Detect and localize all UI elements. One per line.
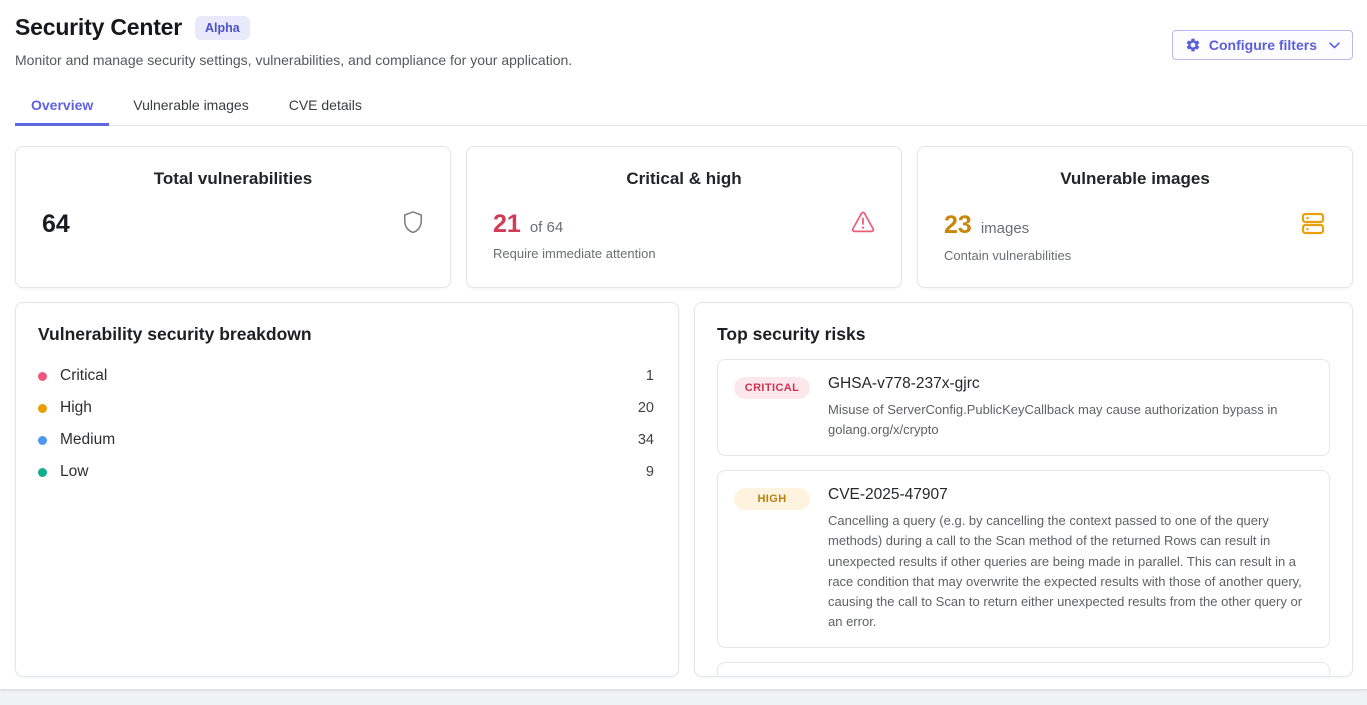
shield-icon (402, 210, 424, 239)
risk-description: Cancelling a query (e.g. by cancelling t… (828, 511, 1313, 632)
stat-card-title: Vulnerable images (944, 169, 1326, 189)
critical-high-value: 21 (493, 210, 521, 239)
risk-id: CVE-2025-47907 (828, 486, 1313, 504)
stat-suffix: images (981, 220, 1029, 237)
low-dot-icon (38, 468, 47, 477)
stat-card-total-vulnerabilities: Total vulnerabilities 64 (15, 146, 451, 288)
stat-subtext: Require immediate attention (493, 246, 875, 261)
vulnerable-images-value: 23 (944, 211, 972, 240)
server-stack-icon (1300, 210, 1326, 241)
severity-badge-critical: CRITICAL (734, 377, 810, 399)
risk-id: GHSA-v778-237x-gjrc (828, 375, 1313, 393)
risk-item-cve-2025-47907[interactable]: HIGH CVE-2025-47907 Cancelling a query (… (717, 470, 1330, 648)
page-subtitle: Monitor and manage security settings, vu… (15, 52, 1353, 68)
stat-card-title: Critical & high (493, 169, 875, 189)
breakdown-row-low: Low 9 (38, 456, 654, 488)
breakdown-row-medium: Medium 34 (38, 424, 654, 456)
stat-suffix: of 64 (530, 219, 563, 236)
vulnerability-breakdown-panel: Vulnerability security breakdown Critica… (15, 302, 679, 677)
breakdown-value: 34 (638, 432, 654, 448)
top-security-risks-panel: Top security risks CRITICAL GHSA-v778-23… (694, 302, 1353, 677)
breakdown-value: 9 (646, 464, 654, 480)
warning-triangle-icon (851, 211, 875, 238)
breakdown-label: Low (60, 463, 646, 481)
breakdown-label: High (60, 399, 638, 417)
risk-description: Misuse of ServerConfig.PublicKeyCallback… (828, 400, 1313, 440)
page-title: Security Center (15, 14, 182, 41)
breakdown-label: Critical (60, 367, 646, 385)
severity-badge-high: HIGH (734, 488, 810, 510)
configure-filters-label: Configure filters (1209, 37, 1317, 53)
header: Security Center Alpha (15, 14, 1353, 41)
tab-vulnerable-images[interactable]: Vulnerable images (117, 88, 264, 126)
stat-card-title: Total vulnerabilities (42, 169, 424, 189)
tab-overview[interactable]: Overview (15, 88, 109, 126)
panels-row: Vulnerability security breakdown Critica… (15, 302, 1353, 677)
medium-dot-icon (38, 436, 47, 445)
alpha-badge: Alpha (195, 16, 250, 40)
breakdown-label: Medium (60, 431, 638, 449)
high-dot-icon (38, 404, 47, 413)
tab-bar: Overview Vulnerable images CVE details (15, 88, 1367, 126)
stat-subtext: Contain vulnerabilities (944, 248, 1326, 263)
security-center-page: Security Center Alpha Configure filters … (0, 0, 1367, 689)
stat-cards-row: Total vulnerabilities 64 Critical & high… (15, 146, 1353, 288)
breakdown-row-critical: Critical 1 (38, 360, 654, 392)
breakdown-list: Critical 1 High 20 Medium 34 Low 9 (38, 360, 656, 488)
breakdown-row-high: High 20 (38, 392, 654, 424)
gear-icon (1185, 37, 1201, 53)
stat-card-critical-high: Critical & high 21 of 64 Require immedia… (466, 146, 902, 288)
risk-list: CRITICAL GHSA-v778-237x-gjrc Misuse of S… (717, 359, 1330, 677)
critical-dot-icon (38, 372, 47, 381)
risks-panel-title: Top security risks (717, 324, 1330, 345)
total-vulnerabilities-value: 64 (42, 210, 70, 239)
breakdown-panel-title: Vulnerability security breakdown (38, 324, 656, 345)
chevron-down-icon (1329, 42, 1340, 49)
risk-item-ghsa-v778[interactable]: CRITICAL GHSA-v778-237x-gjrc Misuse of S… (717, 359, 1330, 456)
stat-card-vulnerable-images: Vulnerable images 23 images Contain vuln… (917, 146, 1353, 288)
breakdown-value: 20 (638, 400, 654, 416)
breakdown-value: 1 (646, 368, 654, 384)
risk-item-cve-2025-9086[interactable]: HIGH CVE-2025-9086 (717, 662, 1330, 677)
configure-filters-button[interactable]: Configure filters (1172, 30, 1353, 60)
tab-cve-details[interactable]: CVE details (273, 88, 378, 126)
